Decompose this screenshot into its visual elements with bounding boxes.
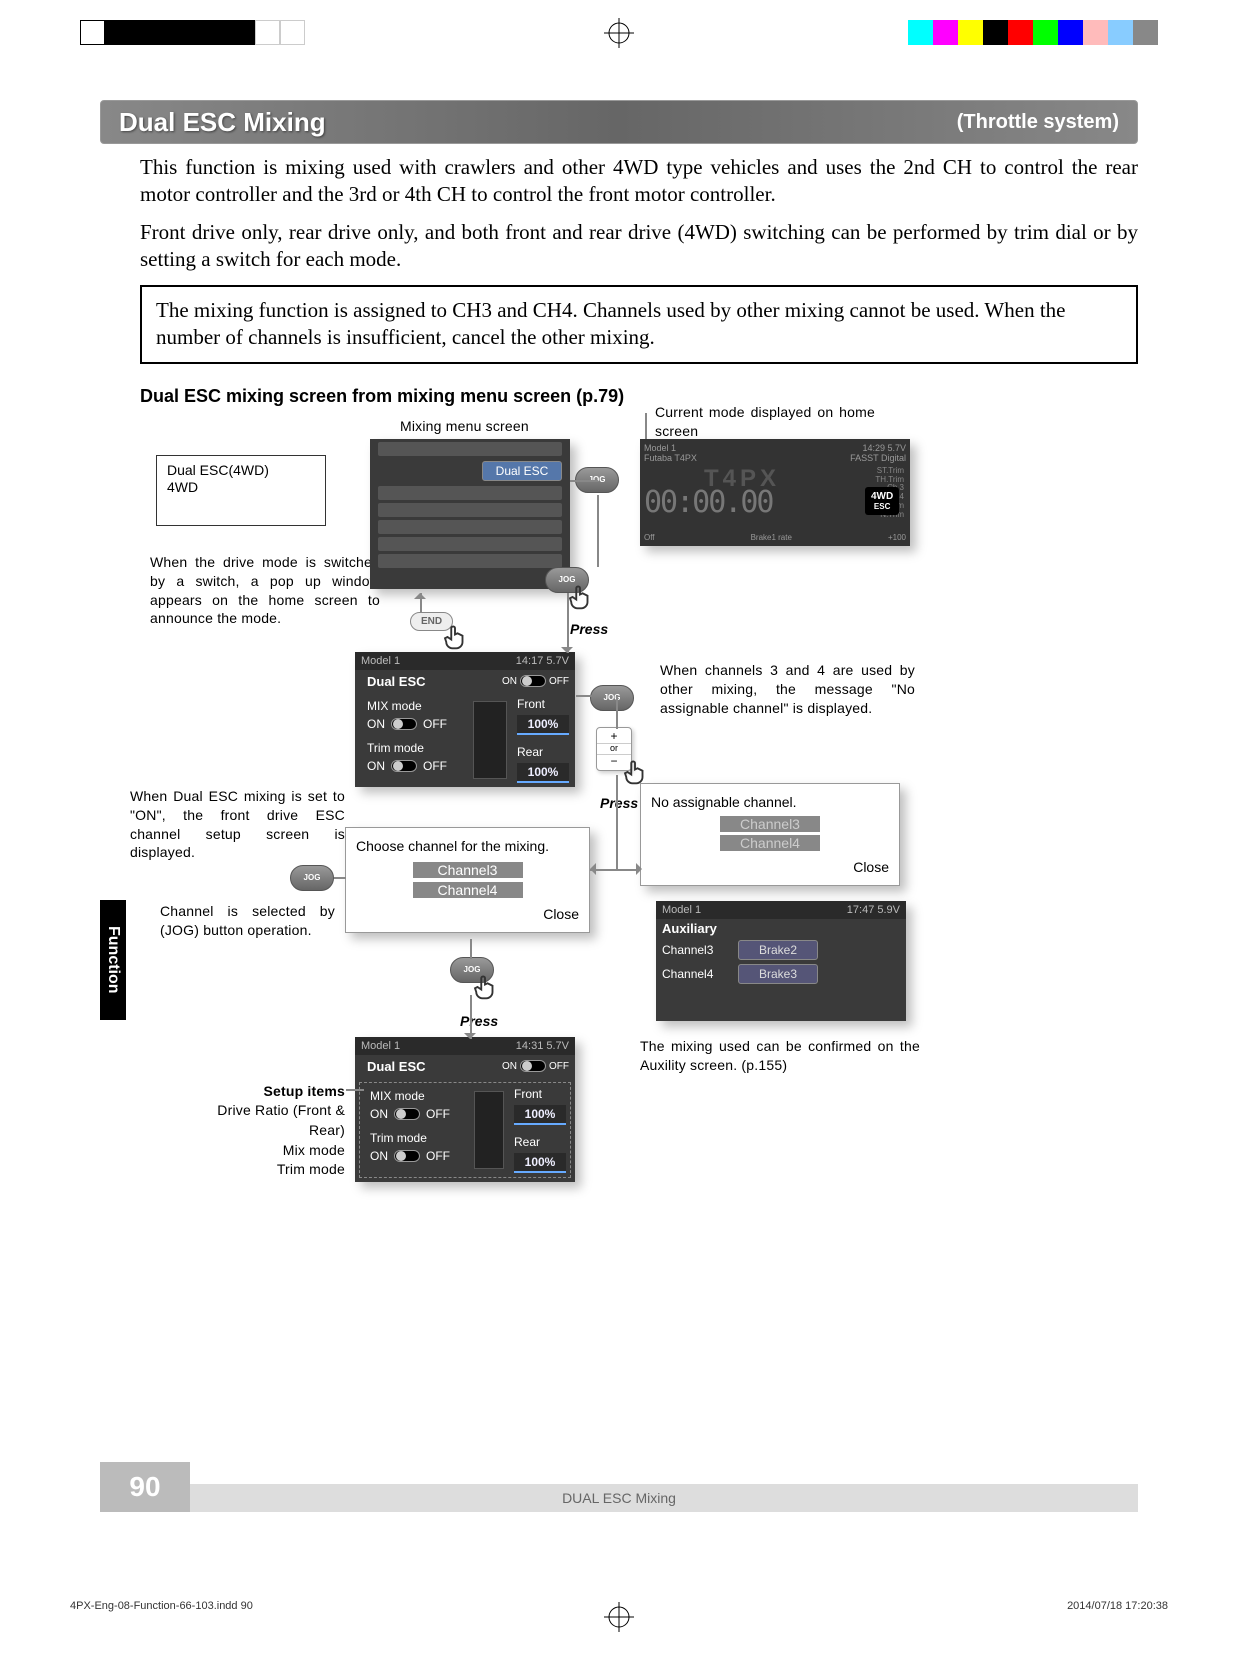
no-assign-note: When channels 3 and 4 are used by other …	[660, 661, 915, 718]
channel3-disabled: Channel3	[720, 816, 820, 832]
dual-esc-screen-1[interactable]: Model 114:17 5.7V Dual ESC ONOFF MIX mod…	[355, 652, 575, 787]
setup-items: Setup items Drive Ratio (Front & Rear) M…	[180, 1082, 345, 1180]
mixing-menu-screen[interactable]: Dual ESC	[370, 439, 570, 589]
channel3-button[interactable]: Channel3	[413, 862, 523, 878]
press-label: Press	[570, 621, 608, 637]
dual-esc-screen-2[interactable]: Model 114:31 5.7V Dual ESC ONOFF MIX mod…	[355, 1037, 575, 1182]
page-title: Dual ESC Mixing	[119, 107, 957, 138]
intro-paragraph-1: This function is mixing used with crawle…	[140, 154, 1138, 209]
page-subtitle: (Throttle system)	[957, 111, 1119, 134]
file-meta: 4PX-Eng-08-Function-66-103.indd 90	[70, 1600, 253, 1612]
diagram-area: Mixing menu screen Current mode displaye…	[100, 417, 1138, 1517]
hand-cursor-icon	[440, 622, 470, 652]
dual-esc-menu-item[interactable]: Dual ESC	[482, 461, 562, 481]
mode-popup-box: Dual ESC(4WD) 4WD	[156, 455, 326, 527]
jog-button[interactable]: JOG	[590, 685, 634, 721]
channel4-disabled: Channel4	[720, 835, 820, 851]
footer-title: DUAL ESC Mixing	[100, 1484, 1138, 1512]
section-heading: Dual ESC mixing screen from mixing menu …	[140, 386, 1138, 407]
registration-mark-bottom	[604, 1602, 634, 1632]
choose-channel-popup[interactable]: Choose channel for the mixing. Channel3 …	[345, 827, 590, 933]
close-button[interactable]: Close	[853, 859, 889, 875]
function-tab: Function	[100, 900, 126, 1020]
note-box: The mixing function is assigned to CH3 a…	[140, 285, 1138, 364]
color-bar-right	[908, 20, 1158, 45]
jog-note: Channel is selected by (JOG) button oper…	[160, 902, 335, 940]
close-button[interactable]: Close	[543, 906, 579, 922]
auxiliary-screen: Model 117:47 5.9V Auxiliary Channel3Brak…	[656, 901, 906, 1021]
mixing-menu-label: Mixing menu screen	[400, 417, 529, 436]
hand-cursor-icon	[565, 582, 595, 612]
timestamp-meta: 2014/07/18 17:20:38	[1067, 1600, 1168, 1612]
mode-badge: 4WDESC	[865, 487, 899, 515]
page-number: 90	[100, 1462, 190, 1512]
jog-button[interactable]: JOG	[290, 865, 334, 901]
intro-paragraph-2: Front drive only, rear drive only, and b…	[140, 219, 1138, 274]
press-label: Press	[460, 1013, 498, 1029]
choose-title: Choose channel for the mixing.	[356, 838, 579, 854]
no-assignable-popup[interactable]: No assignable channel. Channel3 Channel4…	[640, 783, 900, 886]
hand-cursor-icon	[470, 972, 500, 1002]
registration-mark-top	[604, 18, 634, 48]
on-note: When Dual ESC mixing is set to "ON", the…	[130, 787, 345, 863]
color-bar-left	[80, 20, 305, 45]
current-mode-label: Current mode displayed on home screen	[655, 403, 875, 441]
popup-note: When the drive mode is switched by a swi…	[150, 553, 380, 629]
mode-line2: 4WD	[167, 479, 315, 496]
press-label: Press	[600, 795, 638, 811]
mode-line1: Dual ESC(4WD)	[167, 462, 315, 479]
title-bar: Dual ESC Mixing (Throttle system)	[100, 100, 1138, 144]
no-assign-title: No assignable channel.	[651, 794, 889, 810]
aux-note: The mixing used can be confirmed on the …	[640, 1037, 920, 1075]
channel4-button[interactable]: Channel4	[413, 882, 523, 898]
